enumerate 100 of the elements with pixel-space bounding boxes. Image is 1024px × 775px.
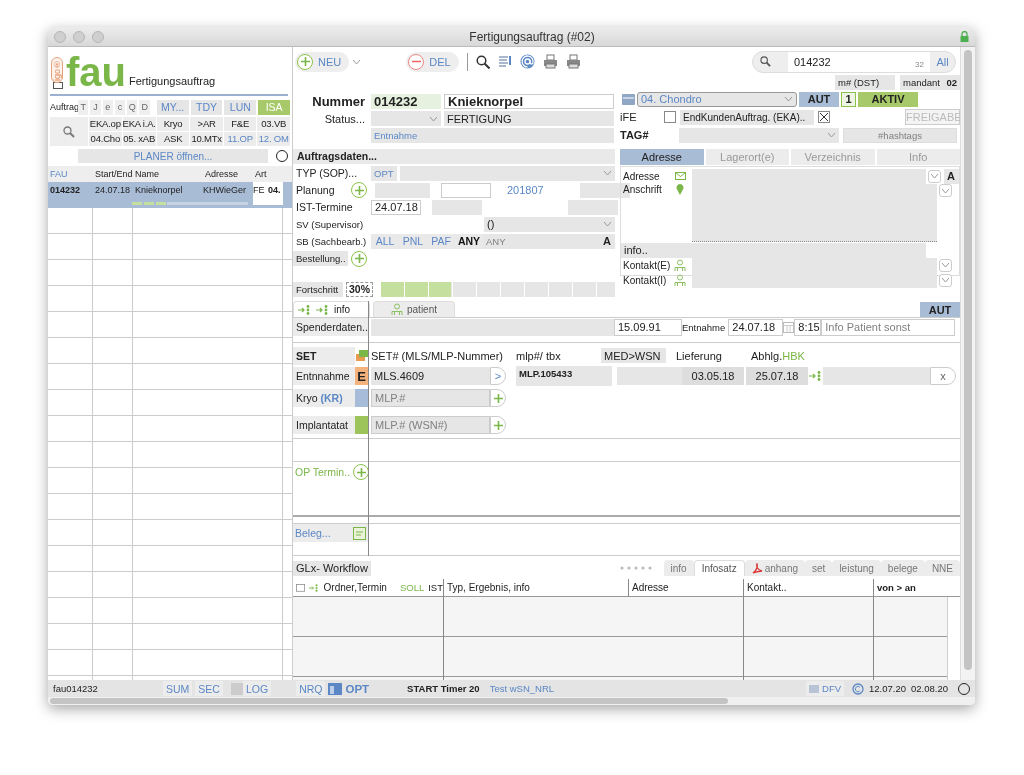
add-button[interactable] xyxy=(351,250,367,267)
quick-filter[interactable]: 10.MTx xyxy=(190,132,223,146)
column-header[interactable]: Adresse xyxy=(203,169,253,179)
tab[interactable]: patient xyxy=(373,301,455,317)
scrollbar[interactable] xyxy=(48,697,975,705)
hashtags-field[interactable]: #hashtags xyxy=(843,127,957,143)
printer-icon[interactable] xyxy=(542,54,558,69)
scrollbar[interactable] xyxy=(947,597,960,680)
quick-filter[interactable]: 12. OM xyxy=(257,132,290,146)
close-button[interactable] xyxy=(54,30,66,43)
planner-button[interactable]: PLANER öffnen... xyxy=(78,149,268,163)
checkbox[interactable] xyxy=(818,111,830,123)
view-tab[interactable]: LUN xyxy=(224,99,257,115)
view-tab[interactable]: MY... xyxy=(156,99,189,115)
add-button[interactable] xyxy=(353,464,370,480)
set-number-field[interactable]: MLS.4609 xyxy=(371,367,490,385)
date-field[interactable]: 24.07.18 xyxy=(728,318,784,336)
quick-filter[interactable]: Kryo xyxy=(156,117,190,131)
quick-filter[interactable]: 05. xAB xyxy=(122,132,156,146)
printer-icon[interactable] xyxy=(565,54,581,69)
quick-filter[interactable]: 03.VB xyxy=(257,117,290,131)
time-field[interactable]: 8:15 xyxy=(794,318,822,336)
category-dropdown[interactable]: 04. Chondro xyxy=(637,91,797,107)
minimize-button[interactable] xyxy=(73,30,85,43)
column-header[interactable]: Start/End xyxy=(93,169,133,179)
address-text-field[interactable] xyxy=(692,184,937,242)
column-header[interactable]: Art xyxy=(253,169,283,179)
new-button[interactable]: NEU xyxy=(295,51,350,72)
donor-field[interactable] xyxy=(371,318,614,336)
dropdown-button[interactable] xyxy=(939,258,952,272)
aut-button[interactable]: AUT xyxy=(920,302,960,317)
a-button[interactable]: A xyxy=(600,233,615,249)
add-button[interactable] xyxy=(351,182,367,199)
document-icon[interactable] xyxy=(497,54,512,69)
opt-button[interactable]: OPT xyxy=(371,165,397,181)
letter-filter[interactable]: D xyxy=(139,99,150,115)
quick-filter[interactable]: EKA.op xyxy=(89,117,122,131)
quick-filter[interactable]: 11.OP xyxy=(223,132,257,146)
panel-toggle-icon[interactable] xyxy=(53,82,63,89)
status-button[interactable]: LOG xyxy=(242,681,272,696)
next-button[interactable]: > xyxy=(490,367,506,385)
tab[interactable]: anhang xyxy=(744,560,806,576)
column-header[interactable]: FAU xyxy=(48,169,93,179)
quick-filter[interactable]: >AR xyxy=(190,117,223,131)
dropdown-button[interactable] xyxy=(928,169,941,183)
assignee-filter[interactable]: PNL xyxy=(399,233,427,249)
order-button[interactable]: Bestellung.. xyxy=(293,251,348,267)
tab[interactable]: Adresse xyxy=(620,149,704,165)
dropdown-button[interactable] xyxy=(939,273,952,287)
caret-icon[interactable] xyxy=(352,58,362,65)
tab[interactable]: info xyxy=(293,301,370,317)
set-number-field[interactable]: MLP.# xyxy=(371,389,490,407)
status-button[interactable]: OPT xyxy=(342,681,373,696)
table-row[interactable]: 014232 24.07.18 Knieknorpel KHWieGer FE 04. xyxy=(48,182,292,208)
calendar-icon[interactable] xyxy=(783,321,795,333)
search-icon[interactable] xyxy=(475,54,490,69)
letter-filter[interactable]: Q xyxy=(127,99,138,115)
add-button[interactable] xyxy=(490,416,506,434)
document-button[interactable]: Beleg... xyxy=(293,527,353,539)
info-field[interactable]: Info Patient sonst xyxy=(821,318,956,336)
letter-filter[interactable]: e xyxy=(102,99,113,115)
name-field[interactable]: Knieknorpel xyxy=(444,94,614,109)
status-button[interactable]: NRQ xyxy=(296,681,326,696)
letter-filter[interactable]: c xyxy=(114,99,126,115)
scope-button[interactable]: All xyxy=(930,55,955,68)
add-button[interactable] xyxy=(490,389,506,407)
letter-filter[interactable]: J xyxy=(90,99,101,115)
quick-filter[interactable]: F&E xyxy=(223,117,257,131)
a-button[interactable]: A xyxy=(944,168,959,184)
aut-button[interactable]: AUT xyxy=(799,91,839,107)
tab[interactable]: NNE xyxy=(924,560,960,576)
type-dropdown[interactable] xyxy=(399,165,615,181)
set-number-field[interactable]: MLP.# (WSN#) xyxy=(371,416,490,434)
quick-filter[interactable]: EKA i.A. xyxy=(122,117,156,131)
assignee-field[interactable]: ANY xyxy=(483,233,600,249)
tab[interactable]: leistung xyxy=(832,560,881,576)
view-tab[interactable]: TDY xyxy=(190,99,223,115)
number-field[interactable]: 014232 xyxy=(371,94,441,109)
at-sign-icon[interactable] xyxy=(519,54,535,69)
tab[interactable]: belege xyxy=(880,560,925,576)
plan-field[interactable] xyxy=(441,182,491,198)
column-header[interactable]: Name xyxy=(133,169,203,179)
status-button[interactable]: SUM xyxy=(163,681,193,696)
search-button[interactable] xyxy=(50,117,88,146)
dfv-button[interactable]: DFV xyxy=(806,681,845,696)
zoom-button[interactable] xyxy=(92,30,104,43)
supervisor-dropdown[interactable]: () xyxy=(484,216,615,232)
date-field[interactable]: 15.09.91 xyxy=(614,318,682,336)
checkbox[interactable] xyxy=(664,111,676,123)
checkbox[interactable] xyxy=(230,682,243,695)
assignee-filter[interactable]: ANY xyxy=(455,233,483,249)
tab[interactable]: Infosatz xyxy=(693,560,745,576)
dropdown-button[interactable] xyxy=(939,184,952,197)
letter-filter[interactable]: T xyxy=(78,99,89,115)
delete-button[interactable]: DEL xyxy=(406,51,459,72)
tab[interactable]: set xyxy=(805,560,833,576)
receipt-icon[interactable] xyxy=(353,526,366,540)
assignee-filter[interactable]: ALL xyxy=(371,233,399,249)
quick-filter[interactable]: 04.Cho xyxy=(89,132,122,146)
remove-button[interactable]: x xyxy=(930,367,956,385)
